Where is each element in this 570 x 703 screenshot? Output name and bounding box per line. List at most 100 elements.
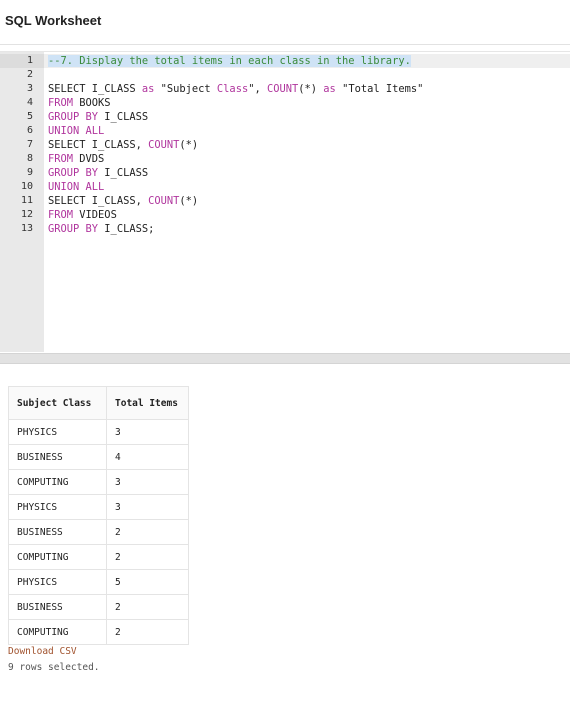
sql-keyword: GROUP BY [48, 167, 99, 179]
cell-subject-class: PHYSICS [8, 494, 107, 520]
code-line[interactable]: 12 FROM VIDEOS [0, 208, 570, 222]
sql-text: VIDEOS [73, 209, 117, 221]
sql-text: SELECT I_CLASS, [48, 139, 149, 151]
table-row: COMPUTING 2 [8, 619, 189, 645]
code-text[interactable]: FROM DVDS [48, 152, 104, 166]
page-title: SQL Worksheet [5, 13, 102, 28]
code-line[interactable]: 8 FROM DVDS [0, 152, 570, 166]
header-divider [0, 44, 570, 45]
cell-subject-class: PHYSICS [8, 419, 107, 445]
sql-text: SELECT I_CLASS [48, 83, 142, 95]
code-text[interactable]: GROUP BY I_CLASS [48, 110, 148, 124]
line-number: 1 [26, 55, 33, 66]
code-line[interactable]: 10 UNION ALL [0, 180, 570, 194]
code-text[interactable]: FROM VIDEOS [48, 208, 117, 222]
cell-subject-class: PHYSICS [8, 569, 107, 595]
line-number: 4 [26, 97, 33, 108]
results-header-row: Subject Class Total Items [8, 386, 189, 420]
table-row: BUSINESS 2 [8, 519, 189, 545]
line-number: 11 [20, 195, 33, 206]
sql-text: ", [248, 83, 267, 95]
pane-splitter[interactable] [0, 353, 570, 364]
cell-total-items: 2 [106, 519, 189, 545]
cell-total-items: 2 [106, 594, 189, 620]
line-number: 6 [26, 125, 33, 136]
code-text[interactable]: UNION ALL [48, 180, 104, 194]
sql-text: DVDS [73, 153, 105, 165]
cell-total-items: 5 [106, 569, 189, 595]
sql-keyword: COUNT [148, 139, 180, 151]
line-number: 12 [20, 209, 33, 220]
line-number: 10 [20, 181, 33, 192]
code-line[interactable]: 2 [0, 68, 570, 82]
cell-subject-class: BUSINESS [8, 519, 107, 545]
line-number: 5 [26, 111, 33, 122]
table-row: BUSINESS 4 [8, 444, 189, 470]
rows-selected-status: 9 rows selected. [8, 662, 100, 673]
code-line[interactable]: 9 GROUP BY I_CLASS [0, 166, 570, 180]
cell-total-items: 4 [106, 444, 189, 470]
code-line[interactable]: 6 UNION ALL [0, 124, 570, 138]
cell-total-items: 3 [106, 494, 189, 520]
code-line[interactable]: 13 GROUP BY I_CLASS; [0, 222, 570, 236]
sql-keyword: COUNT [148, 195, 180, 207]
code-text[interactable]: UNION ALL [48, 124, 104, 138]
table-row: PHYSICS 5 [8, 569, 189, 595]
cell-total-items: 3 [106, 469, 189, 495]
sql-keyword: UNION ALL [48, 181, 105, 193]
sql-text: I_CLASS; [98, 223, 155, 235]
code-line[interactable]: 7 SELECT I_CLASS, COUNT(*) [0, 138, 570, 152]
sql-text: SELECT I_CLASS, [48, 195, 149, 207]
results-table: Subject Class Total Items PHYSICS 3 BUSINE… [8, 386, 189, 645]
table-row: COMPUTING 3 [8, 469, 189, 495]
sql-editor[interactable]: 1 --7. Display the total items in each cl… [0, 51, 570, 354]
sql-text: "Subject [154, 83, 217, 95]
line-number: 3 [26, 83, 33, 94]
cell-subject-class: BUSINESS [8, 444, 107, 470]
code-text[interactable]: --7. Display the total items in each cla… [48, 54, 411, 68]
sql-text: "Total Items" [335, 83, 424, 95]
download-csv-link[interactable]: Download CSV [8, 646, 77, 657]
code-text[interactable]: SELECT I_CLASS as "Subject Class", COUNT… [48, 82, 423, 96]
sql-keyword: FROM [48, 97, 74, 109]
cell-subject-class: COMPUTING [8, 469, 107, 495]
code-text[interactable]: SELECT I_CLASS, COUNT(*) [48, 138, 198, 152]
sql-keyword: as [141, 83, 155, 95]
table-row: PHYSICS 3 [8, 494, 189, 520]
code-line[interactable]: 3 SELECT I_CLASS as "Subject Class", COUN… [0, 82, 570, 96]
code-text[interactable]: GROUP BY I_CLASS; [48, 222, 154, 236]
code-line[interactable]: 4 FROM BOOKS [0, 96, 570, 110]
cell-total-items: 2 [106, 544, 189, 570]
table-row: BUSINESS 2 [8, 594, 189, 620]
line-number: 9 [26, 167, 33, 178]
sql-comment: --7. Display the total items in each cla… [48, 55, 411, 67]
sql-keyword: GROUP BY [48, 223, 99, 235]
cell-subject-class: COMPUTING [8, 619, 107, 645]
sql-text: (*) [179, 139, 199, 151]
cell-subject-class: COMPUTING [8, 544, 107, 570]
line-number: 7 [26, 139, 33, 150]
code-line[interactable]: 11 SELECT I_CLASS, COUNT(*) [0, 194, 570, 208]
code-line[interactable]: 5 GROUP BY I_CLASS [0, 110, 570, 124]
table-row: PHYSICS 3 [8, 419, 189, 445]
sql-text: I_CLASS [98, 111, 149, 123]
line-number: 13 [20, 223, 33, 234]
line-number: 8 [26, 153, 33, 164]
code-text[interactable]: FROM BOOKS [48, 96, 111, 110]
column-header-total-items: Total Items [106, 386, 189, 420]
code-text[interactable]: GROUP BY I_CLASS [48, 166, 148, 180]
line-number: 2 [26, 69, 33, 80]
results-body: PHYSICS 3 BUSINESS 4 COMPUTING 3 PHYSICS 3 BUSIN… [8, 419, 189, 645]
sql-text: BOOKS [73, 97, 111, 109]
sql-keyword: COUNT [266, 83, 299, 95]
sql-text: (*) [298, 83, 324, 95]
code-text[interactable]: SELECT I_CLASS, COUNT(*) [48, 194, 198, 208]
code-lines[interactable]: 1 --7. Display the total items in each cl… [0, 54, 570, 236]
cell-total-items: 2 [106, 619, 189, 645]
sql-text: (*) [179, 195, 199, 207]
sql-keyword: GROUP BY [48, 111, 99, 123]
column-header-subject-class: Subject Class [8, 386, 107, 420]
code-line[interactable]: 1 --7. Display the total items in each cl… [0, 54, 570, 68]
cell-subject-class: BUSINESS [8, 594, 107, 620]
sql-keyword: Class [216, 83, 249, 95]
